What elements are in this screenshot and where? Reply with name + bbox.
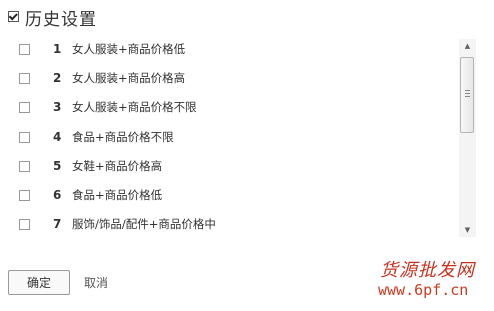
confirm-button[interactable]: 确定 bbox=[8, 270, 70, 295]
cancel-button[interactable]: 取消 bbox=[84, 270, 108, 295]
grip-line bbox=[465, 93, 470, 94]
item-number: 2 bbox=[53, 71, 62, 85]
item-checkbox[interactable] bbox=[19, 43, 30, 55]
history-settings-dialog: 历史设置 1 女人服装+商品价格低 2 女人服装+商品价格高 3 女人服装+商品… bbox=[0, 0, 494, 311]
scroll-up-arrow-icon[interactable]: ▲ bbox=[459, 39, 476, 53]
list-item: 2 女人服装+商品价格高 bbox=[0, 63, 456, 93]
item-label: 服饰/饰品/配件+商品价格中 bbox=[72, 217, 216, 231]
grip-line bbox=[465, 90, 470, 91]
list-item: 4 食品+商品价格不限 bbox=[0, 122, 456, 152]
header: 历史设置 bbox=[8, 6, 97, 30]
item-number: 3 bbox=[53, 100, 62, 114]
watermark-logo: 货源批发网 bbox=[380, 260, 475, 281]
item-checkbox[interactable] bbox=[19, 189, 30, 201]
item-number: 4 bbox=[53, 130, 62, 144]
list-item: 5 女鞋+商品价格高 bbox=[0, 151, 456, 181]
item-label: 女人服装+商品价格不限 bbox=[72, 100, 197, 114]
item-label: 女人服装+商品价格低 bbox=[72, 42, 186, 56]
item-checkbox[interactable] bbox=[19, 218, 30, 230]
checkmark-icon bbox=[8, 10, 18, 20]
watermark-url: www.6pf.cn bbox=[378, 281, 469, 299]
item-number: 7 bbox=[53, 217, 62, 231]
item-number: 1 bbox=[53, 42, 62, 56]
item-label: 食品+商品价格不限 bbox=[72, 130, 174, 144]
list-item: 6 食品+商品价格低 bbox=[0, 180, 456, 210]
history-settings-checkbox[interactable] bbox=[8, 10, 19, 22]
item-checkbox[interactable] bbox=[19, 160, 30, 172]
grip-line bbox=[465, 96, 470, 97]
history-list: 1 女人服装+商品价格低 2 女人服装+商品价格高 3 女人服装+商品价格不限 … bbox=[0, 34, 476, 239]
dialog-title: 历史设置 bbox=[25, 9, 97, 30]
scroll-down-arrow-icon[interactable]: ▼ bbox=[459, 223, 476, 237]
item-checkbox[interactable] bbox=[19, 72, 30, 84]
list-item: 3 女人服装+商品价格不限 bbox=[0, 92, 456, 122]
list-item: 7 服饰/饰品/配件+商品价格中 bbox=[0, 209, 456, 239]
vertical-scrollbar[interactable]: ▲ ▼ bbox=[459, 39, 476, 237]
item-label: 女鞋+商品价格高 bbox=[72, 159, 163, 173]
item-label: 女人服装+商品价格高 bbox=[72, 71, 186, 85]
item-number: 5 bbox=[53, 159, 62, 173]
scrollbar-thumb[interactable] bbox=[460, 57, 474, 133]
item-checkbox[interactable] bbox=[19, 131, 30, 143]
list-item: 1 女人服装+商品价格低 bbox=[0, 34, 456, 64]
item-number: 6 bbox=[53, 188, 62, 202]
item-checkbox[interactable] bbox=[19, 101, 30, 113]
item-label: 食品+商品价格低 bbox=[72, 188, 163, 202]
